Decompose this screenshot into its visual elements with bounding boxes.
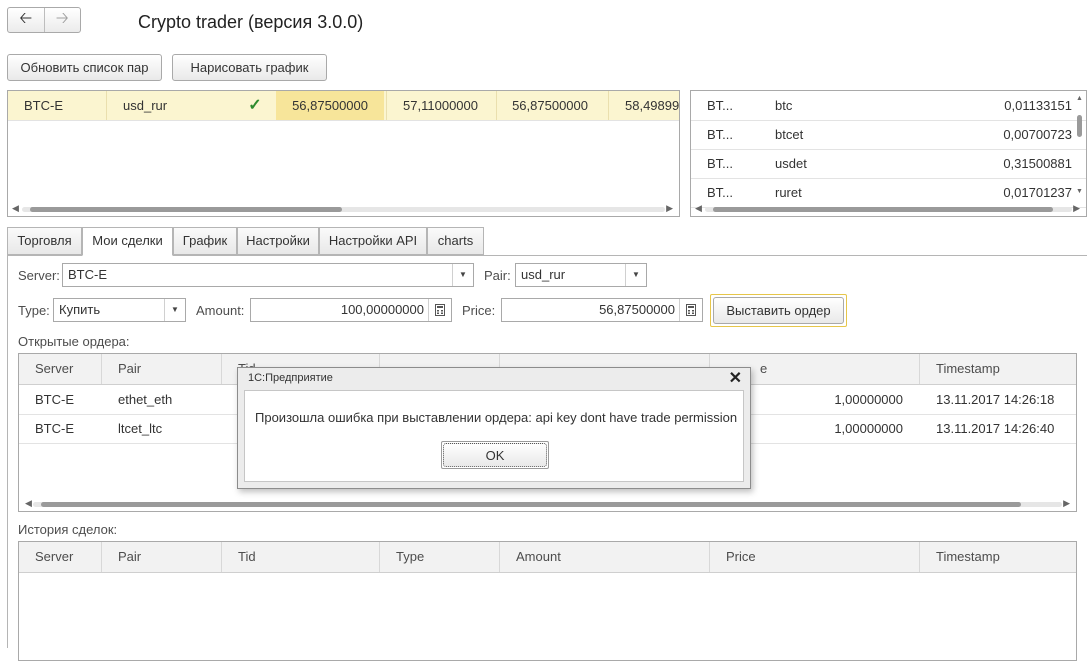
pair-select[interactable]: usd_rur ▼ <box>515 263 647 287</box>
dialog-message: Произошла ошибка при выставлении ордера:… <box>255 410 738 425</box>
history-table[interactable]: Server Pair Tid Type Amount Price Timest… <box>18 541 1077 661</box>
balance-amount: 0,31500881 <box>1003 156 1072 171</box>
price-value: 56,87500000 <box>599 302 675 317</box>
col-pair[interactable]: Pair <box>102 354 222 384</box>
amount-label: Amount: <box>196 303 245 318</box>
dialog-title: 1С:Предприятие <box>248 372 333 384</box>
type-select[interactable]: Купить ▼ <box>53 298 186 322</box>
order-price: 1,00000000 <box>834 392 903 407</box>
scroll-left-icon[interactable]: ◀ <box>12 203 19 214</box>
close-icon[interactable]: ✕ <box>729 368 742 388</box>
balance-amount: 0,00700723 <box>1003 127 1072 142</box>
balance-currency: usdet <box>775 156 807 171</box>
order-pair: ethet_eth <box>118 392 173 407</box>
page-title: Crypto trader (версия 3.0.0) <box>138 12 364 32</box>
tab-my-deals[interactable]: Мои сделки <box>82 227 173 256</box>
amount-input[interactable]: 100,00000000 <box>250 298 452 322</box>
tab-settings[interactable]: Настройки <box>237 227 319 255</box>
pairs-table[interactable]: BTC-E usd_rur ✓ 56,87500000 57,11000000 … <box>7 90 680 217</box>
ok-button[interactable]: OK <box>443 443 547 467</box>
amount-value: 100,00000000 <box>340 302 424 317</box>
draw-chart-button[interactable]: Нарисовать график <box>172 54 327 81</box>
scroll-right-icon[interactable]: ▶ <box>1073 203 1080 214</box>
open-orders-title: Открытые ордера: <box>18 334 130 349</box>
back-arrow-icon[interactable]: 🡠 <box>8 8 44 32</box>
pairs-val3: 56,87500000 <box>496 91 604 120</box>
pairs-val1: 56,87500000 <box>276 91 384 120</box>
balance-server: BT... <box>707 98 734 113</box>
balance-row[interactable]: BT... btc 0,01133151 <box>691 91 1086 121</box>
balance-currency: btcet <box>775 127 804 142</box>
server-value: BTC-E <box>68 267 107 282</box>
col-server[interactable]: Server <box>19 542 102 572</box>
col-type[interactable]: Type <box>380 542 500 572</box>
place-order-button[interactable]: Выставить ордер <box>713 297 844 324</box>
scroll-right-icon[interactable]: ▶ <box>666 203 673 214</box>
refresh-pairs-button[interactable]: Обновить список пар <box>7 54 162 81</box>
price-label: Price: <box>462 303 496 318</box>
type-label: Type: <box>18 303 50 318</box>
col-timestamp[interactable]: Timestamp <box>920 354 1076 384</box>
scroll-left-icon[interactable]: ◀ <box>25 498 32 509</box>
balance-currency: btc <box>775 98 793 113</box>
col-tid[interactable]: Tid <box>222 542 380 572</box>
pairs-hscrollbar[interactable]: ◀ ▶ <box>8 203 679 214</box>
pairs-row[interactable]: BTC-E usd_rur ✓ 56,87500000 57,11000000 … <box>8 91 679 121</box>
pair-value: usd_rur <box>521 267 566 282</box>
tab-chart[interactable]: График <box>173 227 237 255</box>
balance-server: BT... <box>707 127 734 142</box>
calculator-icon[interactable] <box>428 299 451 321</box>
nav-buttons: 🡠 🡢 <box>7 7 81 33</box>
col-price-text: e <box>760 361 768 376</box>
col-amount[interactable]: Amount <box>500 542 710 572</box>
history-title: История сделок: <box>18 522 118 537</box>
chevron-down-icon[interactable]: ▼ <box>452 264 473 286</box>
tab-charts[interactable]: charts <box>427 227 484 255</box>
server-select[interactable]: BTC-E ▼ <box>62 263 474 287</box>
pairs-val2: 57,11000000 <box>386 91 494 120</box>
order-server: BTC-E <box>35 392 74 407</box>
balances-vscrollbar[interactable]: ▲ ▼ <box>1075 95 1084 195</box>
forward-arrow-icon[interactable]: 🡢 <box>43 8 81 32</box>
balances-hscrollbar[interactable]: ◀ ▶ <box>691 203 1086 214</box>
tab-api-settings[interactable]: Настройки API <box>319 227 427 255</box>
scroll-right-icon[interactable]: ▶ <box>1063 498 1070 509</box>
history-header: Server Pair Tid Type Amount Price Timest… <box>19 542 1076 573</box>
col-timestamp[interactable]: Timestamp <box>920 542 1076 572</box>
pairs-server: BTC-E <box>24 98 63 113</box>
type-value: Купить <box>59 302 101 317</box>
balance-currency: ruret <box>775 185 802 200</box>
balance-row[interactable]: BT... btcet 0,00700723 <box>691 120 1086 150</box>
order-timestamp: 13.11.2017 14:26:18 <box>936 392 1055 407</box>
order-server: BTC-E <box>35 421 74 436</box>
col-pair[interactable]: Pair <box>102 542 222 572</box>
calculator-icon[interactable] <box>679 299 702 321</box>
order-pair: ltcet_ltc <box>118 421 163 436</box>
order-timestamp: 13.11.2017 14:26:40 <box>936 421 1055 436</box>
orders-hscrollbar[interactable]: ◀ ▶ <box>19 498 1076 509</box>
scroll-up-icon[interactable]: ▲ <box>1075 95 1084 102</box>
check-icon: ✓ <box>248 97 262 114</box>
scroll-left-icon[interactable]: ◀ <box>695 203 702 214</box>
balances-table[interactable]: BT... btc 0,01133151 BT... btcet 0,00700… <box>690 90 1087 217</box>
balance-amount: 0,01701237 <box>1003 185 1072 200</box>
balance-row[interactable]: BT... usdet 0,31500881 <box>691 149 1086 179</box>
balance-server: BT... <box>707 185 734 200</box>
chevron-down-icon[interactable]: ▼ <box>164 299 185 321</box>
error-dialog: 1С:Предприятие ✕ Произошла ошибка при вы… <box>237 367 751 489</box>
pairs-val4: 58,49899 <box>608 91 679 120</box>
pair-label: Pair: <box>484 268 511 283</box>
pairs-pair: usd_rur <box>106 91 216 120</box>
balance-amount: 0,01133151 <box>1004 98 1072 113</box>
chevron-down-icon[interactable]: ▼ <box>625 264 646 286</box>
scroll-down-icon[interactable]: ▼ <box>1075 188 1084 195</box>
tab-trade[interactable]: Торговля <box>7 227 82 255</box>
col-price[interactable]: Price <box>710 542 920 572</box>
price-input[interactable]: 56,87500000 <box>501 298 703 322</box>
dialog-body: Произошла ошибка при выставлении ордера:… <box>244 390 744 482</box>
col-server[interactable]: Server <box>19 354 102 384</box>
balance-server: BT... <box>707 156 734 171</box>
server-label: Server: <box>18 268 60 283</box>
order-price: 1,00000000 <box>834 421 903 436</box>
